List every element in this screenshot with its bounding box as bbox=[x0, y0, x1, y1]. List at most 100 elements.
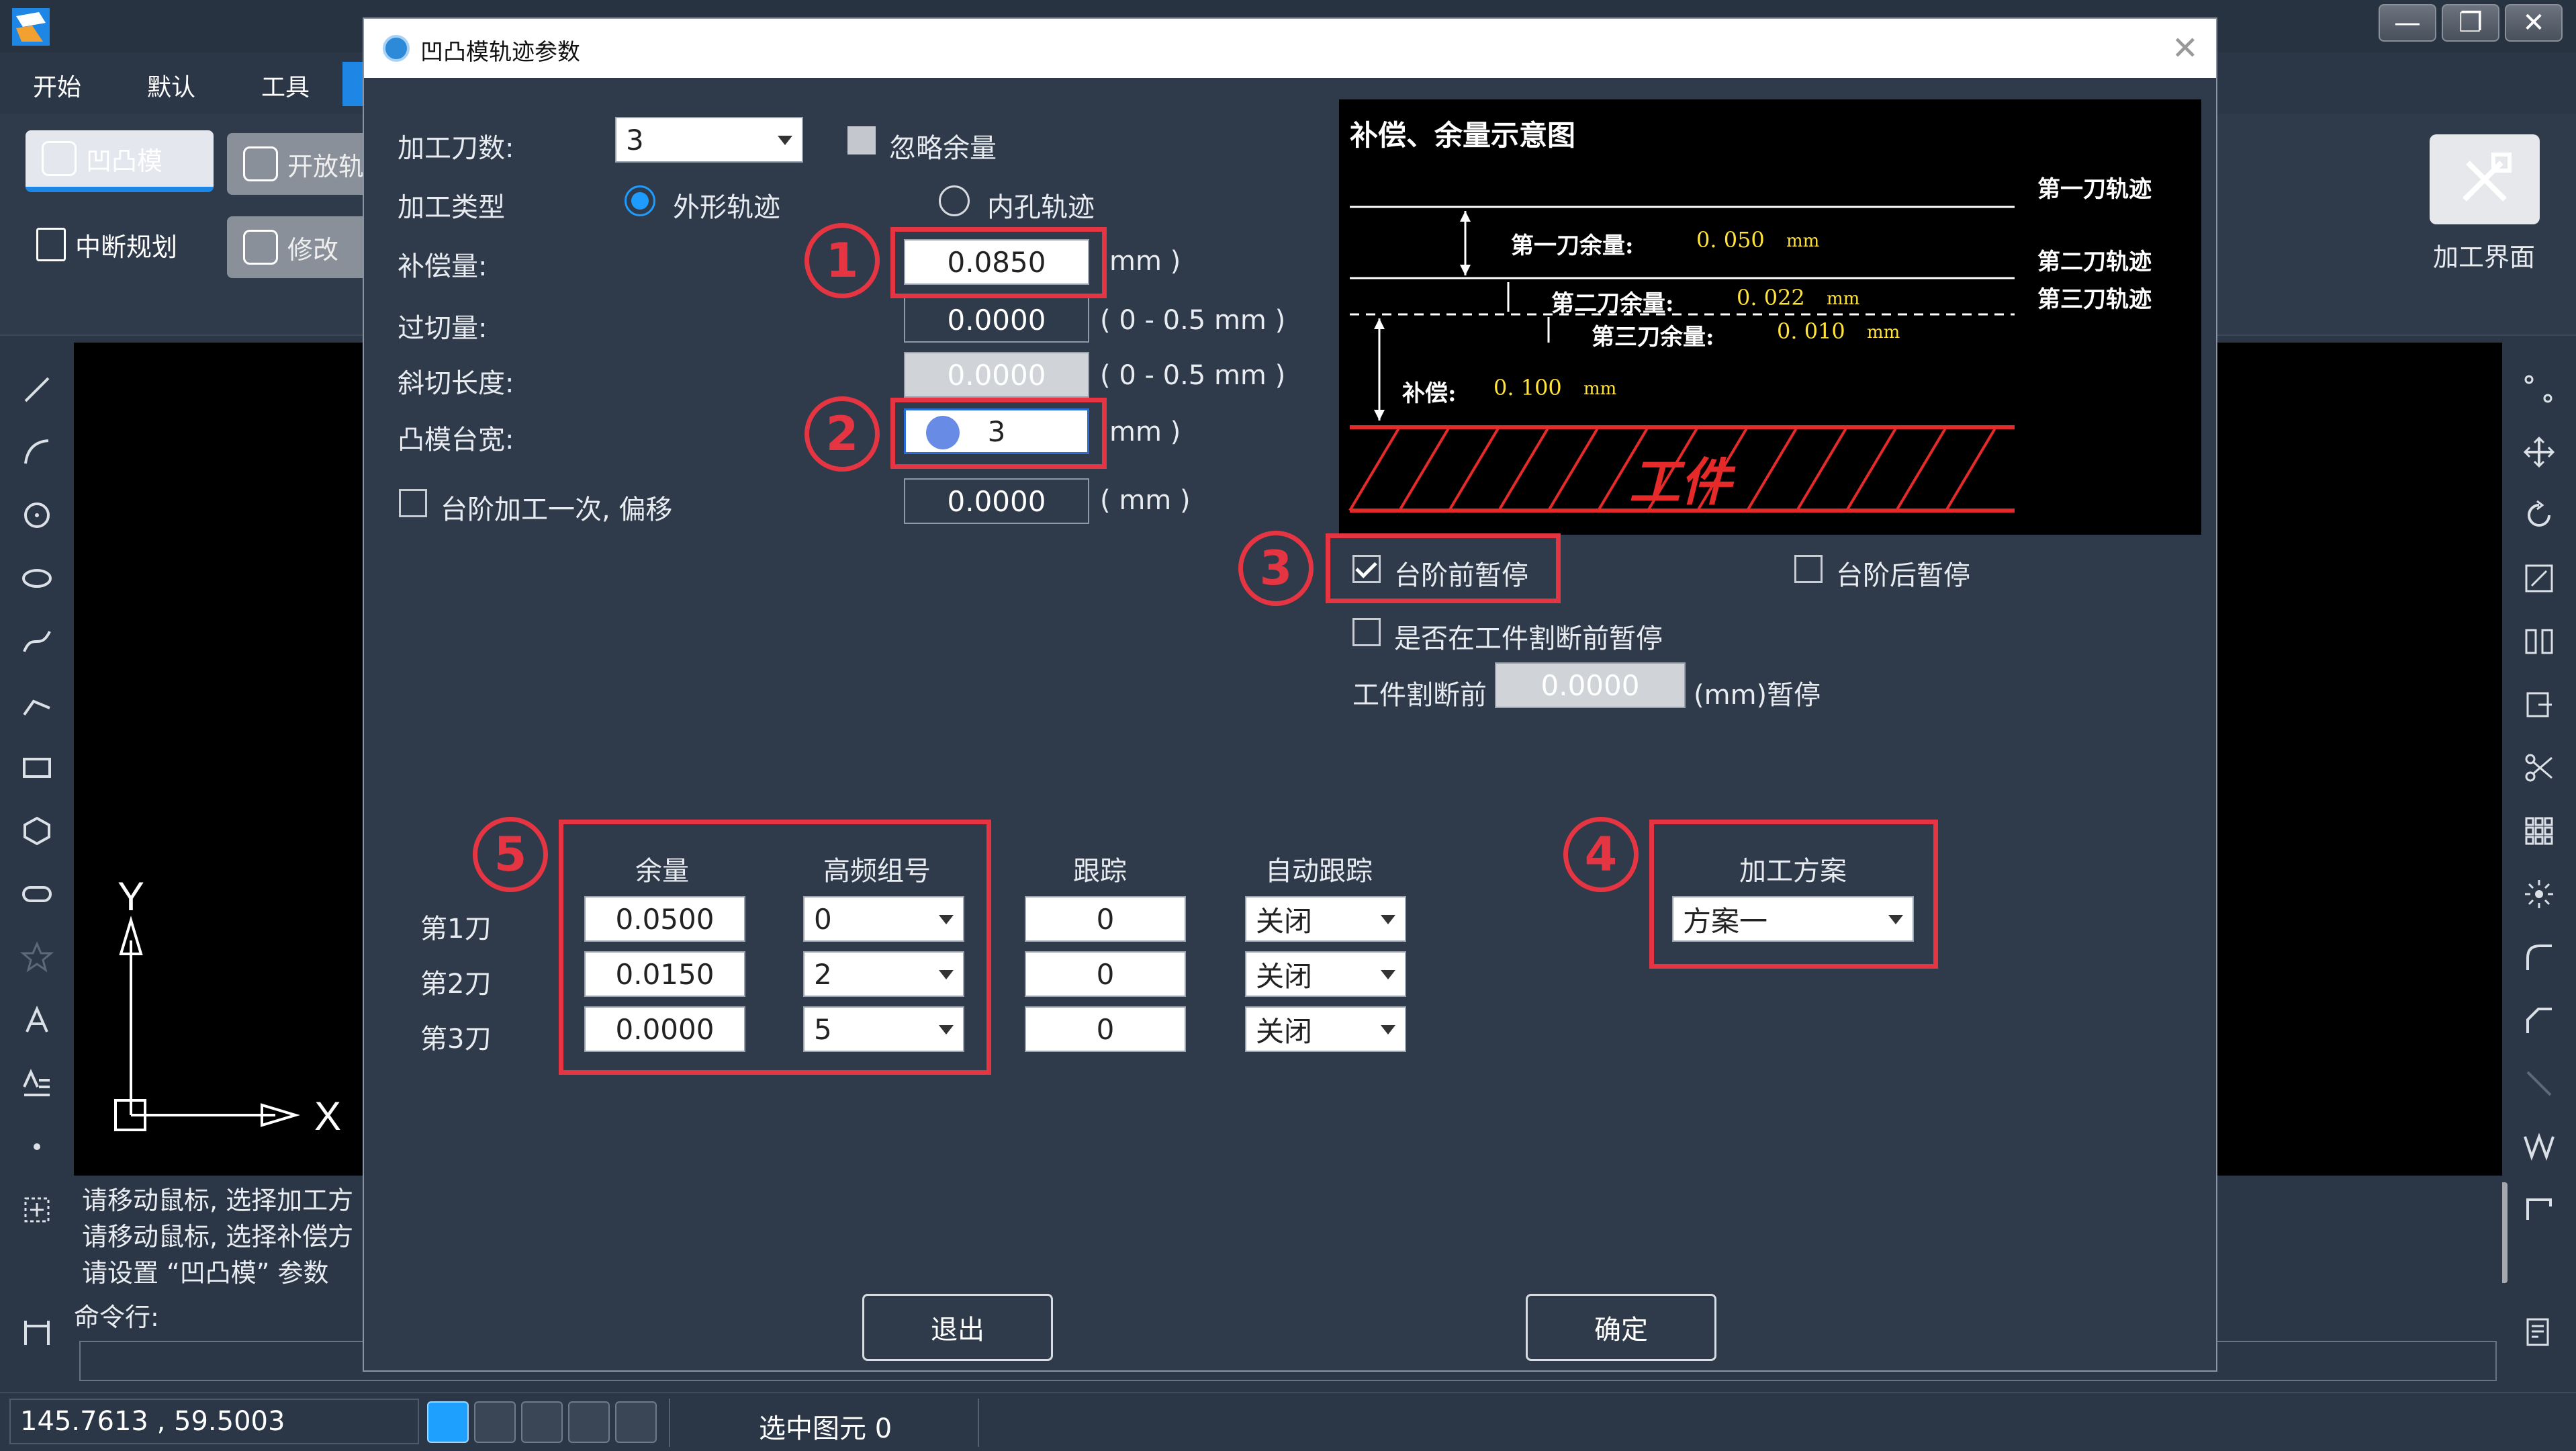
allowance-input-3[interactable]: 0.0000 bbox=[584, 1006, 745, 1052]
bracket-icon[interactable] bbox=[2522, 1193, 2556, 1227]
overcut-input[interactable]: 0.0000 bbox=[904, 297, 1089, 343]
allowance-input-2[interactable]: 0.0150 bbox=[584, 951, 745, 997]
dialog-app-icon bbox=[383, 35, 410, 62]
slot-tool-icon[interactable] bbox=[20, 877, 54, 911]
ignore-allowance-checkbox[interactable] bbox=[847, 126, 876, 155]
bevel-length-input[interactable]: 0.0000 bbox=[904, 352, 1089, 398]
center-point-tool-icon[interactable] bbox=[20, 1193, 54, 1227]
process-interface-button[interactable] bbox=[2430, 134, 2540, 224]
pause-after-step-checkbox[interactable] bbox=[1794, 555, 1823, 583]
interrupt-plan-button[interactable]: 中断规划 bbox=[20, 214, 208, 275]
chevron-down-icon bbox=[1381, 1025, 1395, 1035]
text-format-tool-icon[interactable] bbox=[20, 1067, 54, 1100]
track-input-1[interactable]: 0 bbox=[1025, 896, 1186, 942]
inner-track-radio[interactable] bbox=[939, 185, 970, 216]
status-separator bbox=[978, 1399, 979, 1447]
scheme-select[interactable]: 方案一 bbox=[1672, 896, 1914, 942]
die-button[interactable]: 凹凸模 bbox=[26, 130, 214, 192]
step-once-checkbox[interactable] bbox=[399, 489, 427, 517]
modify-button[interactable]: 修改 bbox=[227, 216, 368, 278]
x-axis-label: X bbox=[314, 1094, 341, 1139]
star-tool-icon[interactable] bbox=[20, 940, 54, 974]
dimension-tool-icon[interactable] bbox=[20, 1315, 54, 1349]
die-track-dialog: 凹凸模轨迹参数 ✕ 加工刀数: 加工类型 补偿量: 过切量: 斜切长度: 凸模台… bbox=[363, 17, 2217, 1372]
trim-scissors-icon[interactable] bbox=[2522, 751, 2556, 785]
arc-tool-icon[interactable] bbox=[20, 435, 54, 469]
polygon-tool-icon[interactable] bbox=[20, 814, 54, 848]
menu-start[interactable]: 开始 bbox=[0, 59, 114, 112]
extend-icon[interactable] bbox=[2522, 1067, 2556, 1100]
snap-grid-button[interactable] bbox=[427, 1401, 469, 1443]
outer-track-label: 外形轨迹 bbox=[673, 192, 780, 223]
move-icon[interactable] bbox=[2522, 435, 2556, 469]
exit-button[interactable]: 退出 bbox=[862, 1294, 1053, 1361]
compensation-unit: mm ) bbox=[1109, 246, 1181, 277]
cut-before-unit: (mm)暂停 bbox=[1694, 680, 1821, 711]
group-select-3[interactable]: 5 bbox=[803, 1006, 964, 1052]
circle-snap-button[interactable] bbox=[615, 1401, 657, 1443]
zigzag-icon[interactable] bbox=[2522, 1130, 2556, 1163]
chamfer-icon[interactable] bbox=[2522, 1004, 2556, 1037]
offset-icon[interactable] bbox=[2522, 688, 2556, 721]
minimize-button[interactable]: — bbox=[2379, 4, 2436, 42]
allowance-input-1[interactable]: 0.0500 bbox=[584, 896, 745, 942]
ortho-button[interactable] bbox=[474, 1401, 516, 1443]
mirror-icon[interactable] bbox=[2522, 625, 2556, 658]
array-icon[interactable] bbox=[2522, 814, 2556, 848]
tool-count-value: 3 bbox=[626, 123, 644, 157]
rectangle-tool-icon[interactable] bbox=[20, 751, 54, 785]
pause-after-step-label: 台阶后暂停 bbox=[1836, 560, 1970, 591]
chevron-down-icon bbox=[1381, 915, 1395, 924]
polyline-tool-icon[interactable] bbox=[20, 688, 54, 721]
y-axis-label: Y bbox=[118, 880, 144, 919]
close-window-button[interactable]: ✕ bbox=[2505, 4, 2563, 42]
object-snap-button[interactable] bbox=[521, 1401, 563, 1443]
cmd-prompt-label: 命令行: bbox=[74, 1303, 159, 1332]
circular-array-icon[interactable] bbox=[2522, 877, 2556, 911]
chevron-down-icon bbox=[939, 915, 954, 924]
annotation-box-4 bbox=[1649, 820, 1938, 969]
circle-tool-icon[interactable] bbox=[20, 498, 54, 532]
group-select-1[interactable]: 0 bbox=[803, 896, 964, 942]
diagram-track3-label: 第三刀轨迹 bbox=[2037, 286, 2152, 313]
tool-count-select[interactable]: 3 bbox=[615, 117, 803, 163]
polar-button[interactable] bbox=[568, 1401, 610, 1443]
outer-track-radio[interactable] bbox=[625, 185, 655, 216]
bevel-range: ( 0 - 0.5 mm ) bbox=[1100, 360, 1286, 391]
scale-icon[interactable] bbox=[2522, 562, 2556, 595]
annotation-number-5: 5 bbox=[473, 817, 548, 892]
diagram-unit: mm bbox=[1867, 322, 1900, 343]
step-offset-input[interactable]: 0.0000 bbox=[904, 478, 1089, 524]
col-header-track: 跟踪 bbox=[1073, 856, 1127, 887]
line-tool-icon[interactable] bbox=[20, 373, 54, 406]
overcut-range: ( 0 - 0.5 mm ) bbox=[1100, 305, 1286, 336]
auto-track-select-1[interactable]: 关闭 bbox=[1245, 896, 1406, 942]
menu-default[interactable]: 默认 bbox=[114, 59, 228, 112]
spline-tool-icon[interactable] bbox=[20, 625, 54, 658]
dialog-close-icon[interactable]: ✕ bbox=[2172, 30, 2199, 67]
rotate-point-icon[interactable] bbox=[2522, 373, 2556, 406]
fillet-icon[interactable] bbox=[2522, 940, 2556, 974]
restore-button[interactable]: ❐ bbox=[2442, 4, 2499, 42]
open-track-button[interactable]: 开放轨 bbox=[227, 133, 368, 195]
track-input-3[interactable]: 0 bbox=[1025, 1006, 1186, 1052]
auto-track-select-3[interactable]: 关闭 bbox=[1245, 1006, 1406, 1052]
annotation-box-2 bbox=[890, 398, 1107, 469]
cut-before-input[interactable]: 0.0000 bbox=[1495, 662, 1686, 708]
auto-track-select-2[interactable]: 关闭 bbox=[1245, 951, 1406, 997]
rotate-icon[interactable] bbox=[2522, 498, 2556, 532]
text-tool-icon[interactable] bbox=[20, 1004, 54, 1037]
group-select-2[interactable]: 2 bbox=[803, 951, 964, 997]
pause-before-step-checkbox[interactable] bbox=[1352, 555, 1381, 583]
pause-before-cut-checkbox[interactable] bbox=[1352, 618, 1381, 646]
menu-tools[interactable]: 工具 bbox=[228, 59, 342, 112]
chevron-down-icon bbox=[1888, 915, 1903, 924]
point-tool-icon[interactable] bbox=[20, 1130, 54, 1163]
group-value-1: 0 bbox=[814, 902, 832, 936]
menu-active-tab[interactable] bbox=[342, 62, 363, 106]
ok-button[interactable]: 确定 bbox=[1526, 1294, 1716, 1361]
die-icon bbox=[42, 141, 77, 176]
ellipse-tool-icon[interactable] bbox=[20, 562, 54, 595]
edit-doc-icon[interactable] bbox=[2522, 1315, 2556, 1349]
track-input-2[interactable]: 0 bbox=[1025, 951, 1186, 997]
